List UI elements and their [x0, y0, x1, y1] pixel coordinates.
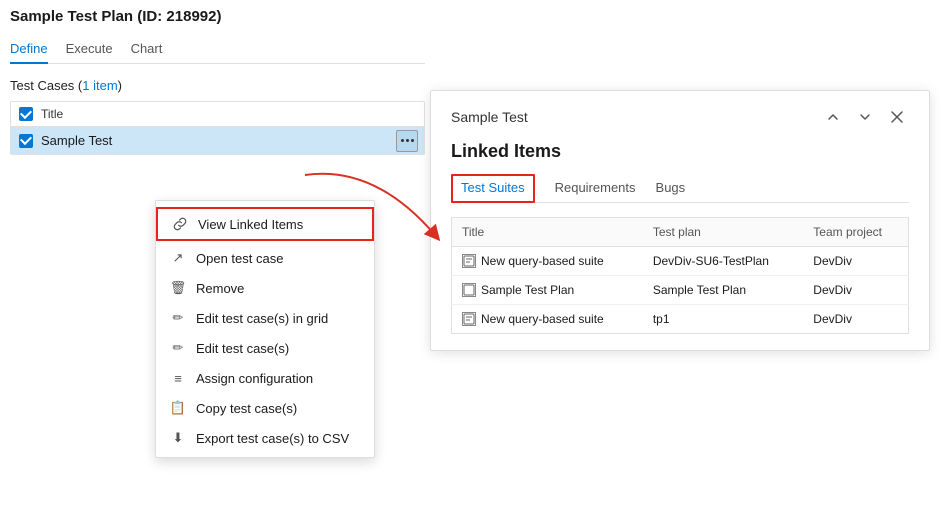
- table-row: New query-based suite tp1 DevDiv: [452, 305, 909, 334]
- menu-item-label: Open test case: [196, 251, 283, 266]
- sub-tab-bar: Test Suites Requirements Bugs: [451, 174, 909, 203]
- right-panel-title: Sample Test: [451, 109, 528, 125]
- left-panel: Sample Test Plan (ID: 218992) Define Exe…: [10, 8, 425, 155]
- right-panel-header: Sample Test: [451, 107, 909, 127]
- menu-item-view-linked[interactable]: View Linked Items: [156, 207, 374, 241]
- three-dots-icon: [401, 139, 414, 142]
- menu-item-copy[interactable]: 📋 Copy test case(s): [156, 393, 374, 423]
- close-button[interactable]: [885, 107, 909, 127]
- col-header-testplan: Test plan: [643, 218, 803, 247]
- table-row: Sample Test Plan Sample Test Plan DevDiv: [452, 276, 909, 305]
- linked-items-title: Linked Items: [451, 141, 909, 162]
- table-cell-testplan: Sample Test Plan: [643, 276, 803, 305]
- table-cell-testplan: tp1: [643, 305, 803, 334]
- panel-actions: [821, 107, 909, 127]
- menu-item-label: Edit test case(s) in grid: [196, 311, 328, 326]
- menu-item-edit-grid[interactable]: ✏ Edit test case(s) in grid: [156, 303, 374, 333]
- menu-item-edit[interactable]: ✏ Edit test case(s): [156, 333, 374, 363]
- section-title: Test Cases (1 item): [10, 78, 425, 93]
- menu-item-export[interactable]: ⬇ Export test case(s) to CSV: [156, 423, 374, 453]
- menu-item-label: Export test case(s) to CSV: [196, 431, 349, 446]
- export-icon: ⬇: [170, 430, 186, 446]
- context-menu: View Linked Items ↗ Open test case 🗑 Rem…: [155, 200, 375, 458]
- row-menu-button[interactable]: [396, 130, 418, 152]
- menu-item-assign[interactable]: ≡ Assign configuration: [156, 363, 374, 393]
- trash-icon: 🗑: [170, 280, 186, 296]
- grid-icon: ✏: [170, 310, 186, 326]
- row-checkbox[interactable]: [19, 134, 33, 148]
- open-icon: ↗: [170, 250, 186, 266]
- test-row-label: Sample Test: [41, 133, 112, 148]
- col-title: Title: [41, 107, 63, 121]
- static-suite-icon: [462, 283, 476, 297]
- page-title: Sample Test Plan (ID: 218992): [10, 8, 425, 25]
- test-list-header: Title: [11, 102, 424, 127]
- test-list: Title Sample Test: [10, 101, 425, 155]
- col-header-teamproject: Team project: [803, 218, 908, 247]
- table-row: New query-based suite DevDiv-SU6-TestPla…: [452, 247, 909, 276]
- menu-item-label: Remove: [196, 281, 244, 296]
- query-suite-icon-2: [462, 312, 476, 326]
- tab-execute[interactable]: Execute: [66, 35, 113, 64]
- linked-items-table: Title Test plan Team project New query-b…: [451, 217, 909, 334]
- tab-define[interactable]: Define: [10, 35, 48, 64]
- sub-tab-test-suites[interactable]: Test Suites: [451, 174, 535, 203]
- col-header-title: Title: [452, 218, 643, 247]
- menu-item-label: Assign configuration: [196, 371, 313, 386]
- tab-bar: Define Execute Chart: [10, 35, 425, 64]
- copy-icon: 📋: [170, 400, 186, 416]
- sub-tab-bugs[interactable]: Bugs: [656, 174, 686, 203]
- menu-item-label: Edit test case(s): [196, 341, 289, 356]
- table-cell-teamproject: DevDiv: [803, 276, 908, 305]
- query-suite-icon: [462, 254, 476, 268]
- link-icon: [172, 216, 188, 232]
- move-down-button[interactable]: [853, 107, 877, 127]
- header-checkbox[interactable]: [19, 107, 33, 121]
- table-cell-title: New query-based suite: [452, 305, 643, 334]
- config-icon: ≡: [170, 370, 186, 386]
- menu-item-label: Copy test case(s): [196, 401, 297, 416]
- table-cell-testplan: DevDiv-SU6-TestPlan: [643, 247, 803, 276]
- right-panel: Sample Test Linked Items Test Suites Req…: [430, 90, 930, 351]
- table-cell-title: Sample Test Plan: [452, 276, 643, 305]
- move-up-button[interactable]: [821, 107, 845, 127]
- table-cell-teamproject: DevDiv: [803, 247, 908, 276]
- test-row[interactable]: Sample Test: [11, 127, 424, 154]
- menu-item-open[interactable]: ↗ Open test case: [156, 243, 374, 273]
- table-cell-teamproject: DevDiv: [803, 305, 908, 334]
- table-cell-title: New query-based suite: [452, 247, 643, 276]
- sub-tab-requirements[interactable]: Requirements: [555, 174, 636, 203]
- edit-icon: ✏: [170, 340, 186, 356]
- tab-chart[interactable]: Chart: [131, 35, 163, 64]
- menu-item-remove[interactable]: 🗑 Remove: [156, 273, 374, 303]
- menu-item-label: View Linked Items: [198, 217, 303, 232]
